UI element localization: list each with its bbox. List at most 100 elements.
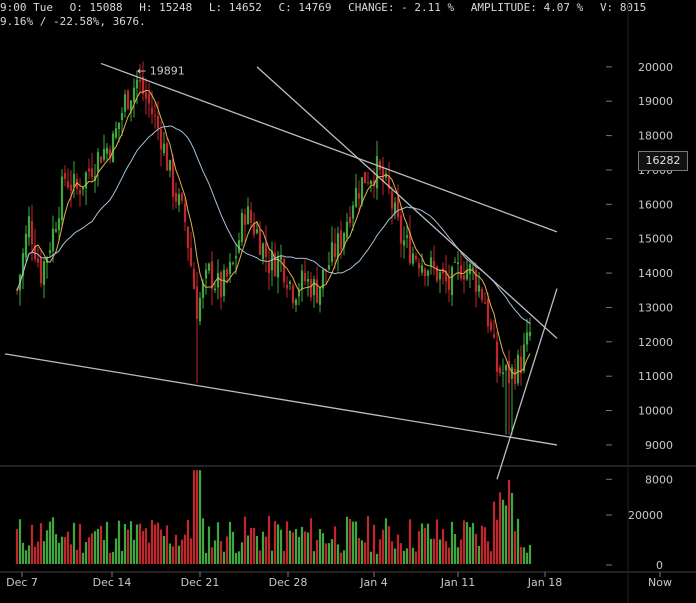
candle-body (153, 115, 157, 117)
volume-bar (87, 537, 91, 564)
volume-bar (267, 515, 271, 564)
volume-bar (18, 519, 22, 564)
volume-bar (369, 551, 373, 564)
volume-bar (330, 539, 334, 564)
volume-bar (21, 542, 25, 564)
volume-bar (393, 548, 397, 564)
candle-body (366, 182, 370, 184)
candle-body (87, 168, 91, 172)
candle-body (39, 257, 43, 284)
volume-bar (42, 541, 46, 564)
candle-body (213, 288, 217, 291)
volume-bar (39, 523, 43, 564)
volume-bar (273, 521, 277, 564)
candle-body (24, 233, 28, 258)
volume-bar (171, 546, 175, 564)
volume-bar (15, 529, 19, 564)
candle-body (186, 226, 190, 249)
candle-body (198, 297, 202, 322)
volume-bar (468, 527, 472, 564)
volume-bar (123, 524, 127, 564)
volume-bar (255, 536, 259, 564)
candle-body (147, 93, 151, 104)
volume-bar (339, 552, 343, 564)
volume-bar (141, 530, 145, 564)
volume-bar (348, 518, 352, 564)
candle-body (492, 334, 496, 338)
candle-body (345, 221, 349, 238)
candle-body (27, 216, 31, 238)
volume-bar (210, 547, 214, 564)
candle-body (216, 272, 220, 288)
candle-body (204, 269, 208, 279)
candle-body (63, 173, 67, 179)
volume-bar (516, 518, 520, 564)
price-chart[interactable]: 8000 9000 10000 11000 12000 13000 14000 15000 16… (0, 0, 696, 603)
volume-bar (216, 522, 220, 564)
volume-bar (117, 520, 121, 564)
candle-body (414, 255, 418, 260)
volume-tick-label: 0 (656, 559, 663, 572)
candle-body (330, 242, 334, 262)
volume-bar (519, 546, 523, 564)
candle-body (183, 203, 187, 222)
volume-bar (354, 521, 358, 564)
candle-body (60, 176, 64, 221)
candle-body (42, 261, 46, 286)
volume-bar (426, 523, 430, 564)
candle-body (375, 156, 379, 189)
candle-body (504, 365, 508, 371)
candle-body (474, 269, 478, 292)
y-tick-label: 9000 (645, 439, 673, 452)
candle-body (69, 184, 73, 191)
candle-body (144, 91, 148, 99)
candle-body (192, 268, 196, 289)
volume-bar (279, 529, 283, 564)
volume-bar (120, 551, 124, 564)
volume-bar (153, 524, 157, 564)
candle-body (78, 190, 82, 195)
volume-bar (528, 544, 532, 564)
volume-bar (27, 545, 31, 564)
candle-body (354, 188, 358, 207)
volume-bar (390, 541, 394, 564)
x-tick-label: Jan 11 (440, 576, 475, 589)
y-tick-label: 11000 (638, 370, 673, 383)
volume-bar (507, 479, 511, 564)
y-tick-label: 16000 (638, 198, 673, 211)
candle-body (159, 129, 163, 150)
candle-body (231, 262, 235, 264)
candle-body (303, 273, 307, 282)
volume-bar (180, 539, 184, 564)
volume-bar (225, 536, 229, 564)
y-tick-label: 20000 (638, 61, 673, 74)
candle-body (528, 332, 532, 336)
candle-body (294, 299, 298, 305)
candle-body (447, 277, 451, 291)
volume-bar (195, 470, 199, 564)
candles (15, 61, 532, 435)
candle-body (195, 286, 199, 319)
volume-bar (54, 534, 58, 564)
volume-bar (342, 550, 346, 564)
volume-bar (237, 551, 241, 564)
volume-bar (204, 552, 208, 564)
volume-bar (306, 532, 310, 564)
volume-bar (72, 522, 76, 564)
volume-bar (165, 525, 169, 564)
volume-bar (150, 519, 154, 564)
candle-body (150, 107, 154, 115)
candle-body (348, 216, 352, 224)
candle-body (30, 220, 34, 245)
volume-bar (387, 526, 391, 564)
volume-bar (483, 527, 487, 564)
y-tick-label: 8000 (645, 473, 673, 486)
candle-body (282, 258, 286, 283)
volume-bar (309, 518, 313, 564)
candle-body (432, 261, 436, 267)
volume-bar (378, 539, 382, 564)
volume-bar (447, 547, 451, 564)
candle-body (480, 289, 484, 301)
volume-bar (105, 521, 109, 564)
volume-bar (291, 532, 295, 564)
